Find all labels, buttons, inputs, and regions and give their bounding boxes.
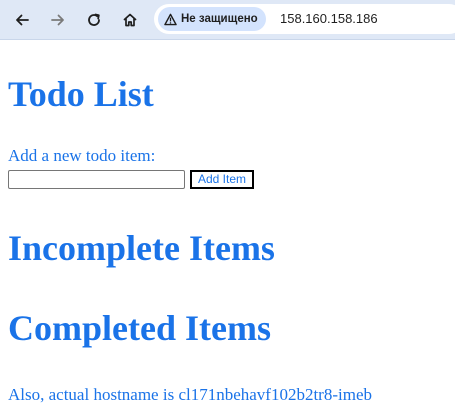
- url-text[interactable]: 158.160.158.186: [280, 11, 378, 26]
- add-item-button[interactable]: Add Item: [190, 170, 255, 189]
- back-button[interactable]: [8, 6, 36, 34]
- browser-toolbar: Не защищено 158.160.158.186: [0, 0, 455, 40]
- home-icon: [123, 13, 137, 27]
- forward-arrow-icon: [51, 14, 64, 26]
- completed-items-heading: Completed Items: [8, 308, 271, 348]
- address-bar[interactable]: Не защищено 158.160.158.186: [154, 4, 455, 34]
- forward-button[interactable]: [44, 6, 72, 34]
- todo-input[interactable]: [8, 170, 185, 189]
- security-indicator[interactable]: Не защищено: [158, 7, 266, 31]
- security-label: Не защищено: [181, 13, 258, 25]
- incomplete-items-heading: Incomplete Items: [8, 228, 275, 268]
- reload-icon: [88, 13, 100, 26]
- reload-button[interactable]: [80, 6, 108, 34]
- page-content: Todo List Add a new todo item: Add Item …: [0, 40, 455, 407]
- hostname-text: Also, actual hostname is cl171nbehavf102…: [8, 385, 372, 404]
- page-title: Todo List: [8, 74, 154, 114]
- warning-triangle-icon: [164, 13, 177, 25]
- back-arrow-icon: [16, 14, 29, 26]
- home-button[interactable]: [116, 6, 144, 34]
- add-todo-label: Add a new todo item:: [8, 146, 156, 165]
